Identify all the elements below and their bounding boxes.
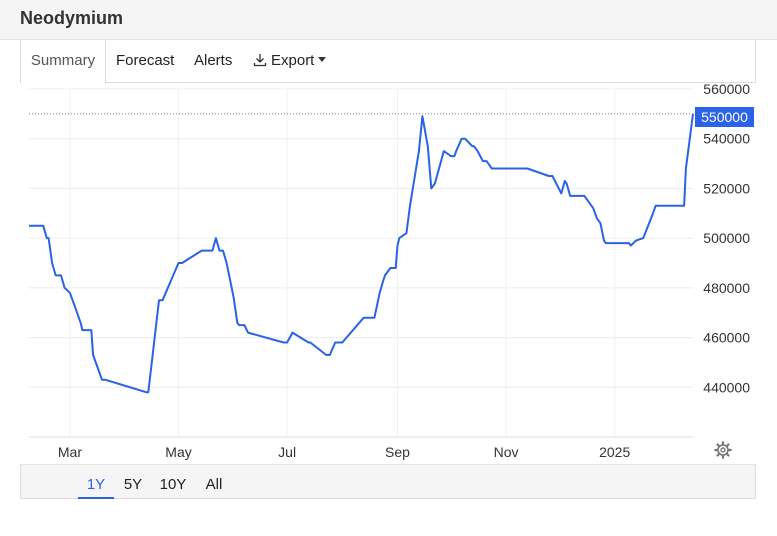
x-tick-label: Sep [385,444,410,460]
range-all-button[interactable]: All [203,465,225,499]
y-tick-label: 500000 [703,230,750,246]
x-tick-label: Jul [278,444,296,460]
y-tick-label: 560000 [703,83,750,97]
y-tick-label: 520000 [703,180,750,196]
tab-summary[interactable]: Summary [21,40,106,84]
y-tick-label: 540000 [703,131,750,147]
x-tick-label: Mar [58,444,82,460]
x-tick-label: May [165,444,191,460]
download-icon [253,54,267,67]
current-price-badge: 550000 [695,107,754,127]
gear-icon[interactable] [714,441,732,459]
tab-bar: Summary Forecast Alerts Export [20,40,756,84]
price-series-line[interactable] [29,113,694,394]
tab-alerts[interactable]: Alerts [194,40,232,83]
x-tick-label: Nov [494,444,519,460]
range-selector: 1Y 5Y 10Y All [20,464,756,499]
range-5y-button[interactable]: 5Y [121,465,145,499]
range-10y-button[interactable]: 10Y [159,465,187,499]
range-1y-button[interactable]: 1Y [78,465,114,499]
chevron-down-icon [318,57,327,62]
x-tick-label: 2025 [599,444,630,460]
page-title: Neodymium [20,8,124,28]
tab-export[interactable]: Export [253,40,327,83]
y-tick-label: 480000 [703,280,750,296]
title-bar: Neodymium [0,0,777,40]
price-chart[interactable]: 440000 460000 480000 500000 520000 540000 5600… [20,83,756,464]
export-label: Export [271,52,315,69]
chart-area: 440000 460000 480000 500000 520000 540000 5600… [20,83,756,464]
y-tick-label: 460000 [703,330,750,346]
y-tick-label: 440000 [703,379,750,395]
tab-forecast[interactable]: Forecast [116,40,174,83]
